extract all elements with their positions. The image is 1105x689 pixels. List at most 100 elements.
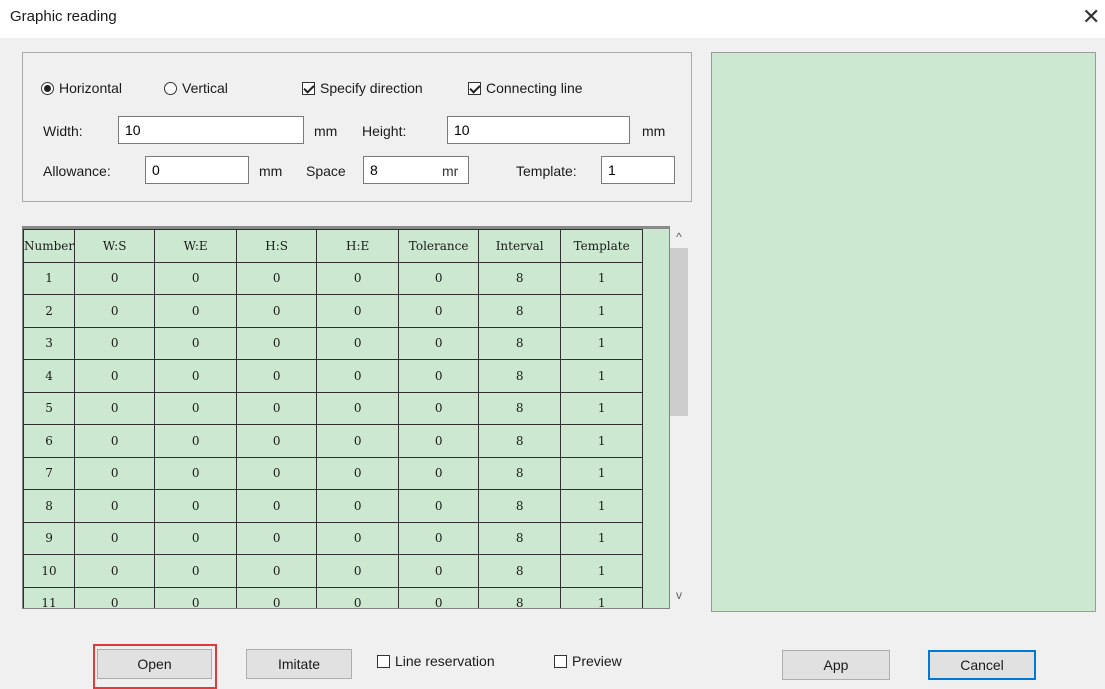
column-header[interactable]: W:S xyxy=(74,229,156,263)
table-cell[interactable]: 0 xyxy=(236,359,318,393)
vertical-radio[interactable]: Vertical xyxy=(164,80,228,96)
table-row[interactable]: 30000081 xyxy=(23,326,644,360)
table-cell[interactable]: 8 xyxy=(478,586,562,608)
column-header[interactable]: Number xyxy=(23,229,76,263)
table-cell[interactable]: 0 xyxy=(236,586,318,608)
table-cell[interactable]: 8 xyxy=(478,521,562,555)
table-cell[interactable]: 6 xyxy=(23,424,76,458)
horizontal-radio[interactable]: Horizontal xyxy=(41,80,122,96)
table-cell[interactable]: 8 xyxy=(478,326,562,360)
table-cell[interactable]: 1 xyxy=(560,294,644,328)
imitate-button[interactable]: Imitate xyxy=(246,649,352,679)
table-cell[interactable]: 0 xyxy=(236,294,318,328)
table-cell[interactable]: 0 xyxy=(74,359,156,393)
table-cell[interactable]: 0 xyxy=(398,521,480,555)
column-header[interactable]: H:S xyxy=(236,229,318,263)
table-cell[interactable]: 0 xyxy=(398,554,480,588)
table-cell[interactable]: 0 xyxy=(398,326,480,360)
column-header[interactable]: Template xyxy=(560,229,644,263)
table-cell[interactable]: 0 xyxy=(154,586,238,608)
table-cell[interactable]: 8 xyxy=(478,456,562,490)
data-grid[interactable]: Number W:S W:E H:S H:E Tolerance Interva… xyxy=(22,226,670,609)
table-cell[interactable]: 1 xyxy=(23,261,76,295)
table-cell[interactable]: 1 xyxy=(560,424,644,458)
table-cell[interactable]: 0 xyxy=(236,326,318,360)
template-input[interactable] xyxy=(601,156,675,184)
table-cell[interactable]: 1 xyxy=(560,586,644,608)
table-cell[interactable]: 1 xyxy=(560,554,644,588)
table-cell[interactable]: 0 xyxy=(236,391,318,425)
table-cell[interactable]: 0 xyxy=(316,554,400,588)
table-cell[interactable]: 8 xyxy=(478,294,562,328)
table-row[interactable]: 20000081 xyxy=(23,294,644,328)
table-cell[interactable]: 0 xyxy=(316,261,400,295)
connecting-line-checkbox[interactable]: Connecting line xyxy=(468,80,583,96)
allowance-input[interactable] xyxy=(145,156,249,184)
table-cell[interactable]: 8 xyxy=(478,424,562,458)
column-header[interactable]: Tolerance xyxy=(398,229,480,263)
table-cell[interactable]: 0 xyxy=(236,489,318,523)
table-cell[interactable]: 0 xyxy=(236,261,318,295)
table-cell[interactable]: 0 xyxy=(154,391,238,425)
table-cell[interactable]: 8 xyxy=(478,359,562,393)
table-cell[interactable]: 0 xyxy=(74,424,156,458)
table-cell[interactable]: 0 xyxy=(236,521,318,555)
height-input[interactable] xyxy=(447,116,630,144)
table-cell[interactable]: 1 xyxy=(560,359,644,393)
table-cell[interactable]: 0 xyxy=(398,424,480,458)
table-row[interactable]: 10 0 0 0 0 0 8 1 xyxy=(23,554,644,588)
table-cell[interactable]: 0 xyxy=(74,489,156,523)
table-cell[interactable]: 0 xyxy=(154,359,238,393)
table-cell[interactable]: 8 xyxy=(23,489,76,523)
table-cell[interactable]: 9 xyxy=(23,521,76,555)
table-cell[interactable]: 1 xyxy=(560,261,644,295)
table-cell[interactable]: 0 xyxy=(398,261,480,295)
table-cell[interactable]: 0 xyxy=(236,424,318,458)
width-input[interactable] xyxy=(118,116,304,144)
table-cell[interactable]: 0 xyxy=(316,359,400,393)
table-cell[interactable]: 4 xyxy=(23,359,76,393)
table-cell[interactable]: 0 xyxy=(154,294,238,328)
table-cell[interactable]: 0 xyxy=(316,489,400,523)
table-row[interactable]: 80000081 xyxy=(23,489,644,523)
table-cell[interactable]: 0 xyxy=(236,554,318,588)
table-cell[interactable]: 8 xyxy=(478,489,562,523)
table-cell[interactable]: 0 xyxy=(398,359,480,393)
table-cell[interactable]: 0 xyxy=(316,456,400,490)
table-cell[interactable]: 0 xyxy=(74,554,156,588)
table-cell[interactable]: 11 xyxy=(23,586,76,608)
table-cell[interactable]: 2 xyxy=(23,294,76,328)
table-row[interactable]: 60000081 xyxy=(23,424,644,458)
table-cell[interactable]: 0 xyxy=(74,521,156,555)
table-cell[interactable]: 1 xyxy=(560,326,644,360)
table-cell[interactable]: 0 xyxy=(316,391,400,425)
column-header[interactable]: H:E xyxy=(316,229,400,263)
table-cell[interactable]: 0 xyxy=(316,294,400,328)
table-cell[interactable]: 0 xyxy=(398,586,480,608)
table-cell[interactable]: 0 xyxy=(236,456,318,490)
table-cell[interactable]: 0 xyxy=(154,261,238,295)
table-cell[interactable]: 0 xyxy=(316,586,400,608)
table-cell[interactable]: 0 xyxy=(154,424,238,458)
table-cell[interactable]: 1 xyxy=(560,521,644,555)
table-cell[interactable]: 0 xyxy=(74,456,156,490)
table-cell[interactable]: 0 xyxy=(74,294,156,328)
table-cell[interactable]: 8 xyxy=(478,554,562,588)
table-cell[interactable]: 0 xyxy=(316,326,400,360)
close-icon[interactable]: ✕ xyxy=(1082,6,1100,28)
table-cell[interactable]: 0 xyxy=(154,521,238,555)
line-reservation-checkbox[interactable]: Line reservation xyxy=(377,653,495,669)
table-cell[interactable]: 3 xyxy=(23,326,76,360)
table-cell[interactable]: 0 xyxy=(74,326,156,360)
table-cell[interactable]: 0 xyxy=(154,489,238,523)
table-cell[interactable]: 0 xyxy=(74,261,156,295)
open-button[interactable]: Open xyxy=(97,649,212,679)
table-row[interactable]: 40000081 xyxy=(23,359,644,393)
table-cell[interactable]: 0 xyxy=(398,489,480,523)
table-cell[interactable]: 0 xyxy=(316,521,400,555)
cancel-button[interactable]: Cancel xyxy=(928,650,1036,680)
app-button[interactable]: App xyxy=(782,650,890,680)
table-row[interactable]: 11 0 0 0 0 0 8 1 xyxy=(23,586,644,608)
scroll-down-icon[interactable]: v xyxy=(670,588,688,602)
table-cell[interactable]: 8 xyxy=(478,261,562,295)
